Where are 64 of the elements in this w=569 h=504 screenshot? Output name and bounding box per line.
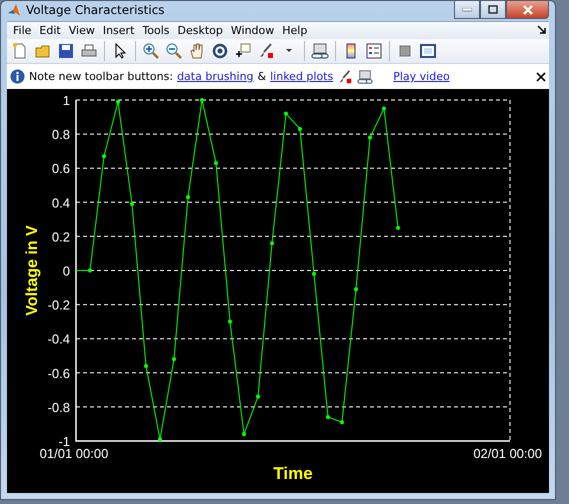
data-point [256,394,260,399]
data-brushing-link[interactable]: data brushing [177,70,254,84]
menu-item[interactable]: File [9,22,36,38]
info-icon [10,69,25,84]
x-tick-label: 01/01 00:00 [40,446,108,461]
menu-item[interactable]: Edit [35,22,65,38]
dock-arrow-icon[interactable] [537,25,547,36]
x-tick-label: 02/01 00:00 [473,446,542,461]
y-tick-label: 1 [62,93,70,108]
menu-item[interactable]: Window [226,22,278,38]
data-point [354,287,358,292]
menu-item[interactable]: Desktop [174,22,227,38]
menu-item[interactable]: View [64,22,99,38]
close-icon[interactable] [536,72,546,82]
close-button[interactable] [506,1,549,19]
data-point [88,268,92,272]
data-point [382,106,386,111]
minimize-icon [462,8,472,12]
matlab-logo-icon [7,3,21,17]
window-title: Voltage Characteristics [26,3,166,17]
data-point [368,136,372,140]
data-point [396,226,400,230]
y-tick-label: 0.2 [52,229,70,244]
data-point [130,202,134,206]
y-tick-label: 0.8 [52,127,70,142]
y-tick-label: -0.2 [48,298,70,313]
maximize-icon [488,5,498,14]
close-icon [522,4,534,14]
menu-item[interactable]: Help [278,22,312,38]
data-point [228,320,232,324]
y-tick-label: -1 [58,434,70,449]
play-video-link[interactable]: Play video [393,70,450,84]
data-point [284,112,288,116]
menu-item[interactable]: Insert [98,22,138,38]
data-point [242,432,246,436]
brush-icon [337,68,354,85]
data-point [326,415,330,420]
ampersand-text: & [258,70,266,84]
data-point [200,98,204,102]
data-point [186,195,190,200]
data-point [172,357,176,362]
data-point [144,364,148,368]
y-tick-label: 0 [62,264,70,278]
info-note: Note new toolbar buttons: [29,70,174,84]
data-point [312,272,316,276]
linked-plots-link[interactable]: linked plots [270,70,334,84]
data-point [214,161,218,166]
data-point [102,154,106,158]
y-axis-label: Voltage in V [24,225,41,316]
y-tick-label: -0.4 [48,332,70,347]
data-point [270,241,274,246]
y-tick-label: -0.8 [48,400,70,415]
minimize-button[interactable] [454,1,480,19]
data-point [158,437,162,442]
data-point [298,126,302,131]
y-tick-label: -0.6 [48,366,70,381]
menu-item[interactable]: Tools [138,22,174,38]
data-point [116,100,120,104]
linked-plot-icon [357,68,374,85]
maximize-button[interactable] [480,1,506,19]
y-tick-label: 0.6 [52,161,70,176]
y-tick-label: 0.4 [52,195,70,210]
data-point [340,420,344,424]
x-axis-label: Time [273,464,313,483]
